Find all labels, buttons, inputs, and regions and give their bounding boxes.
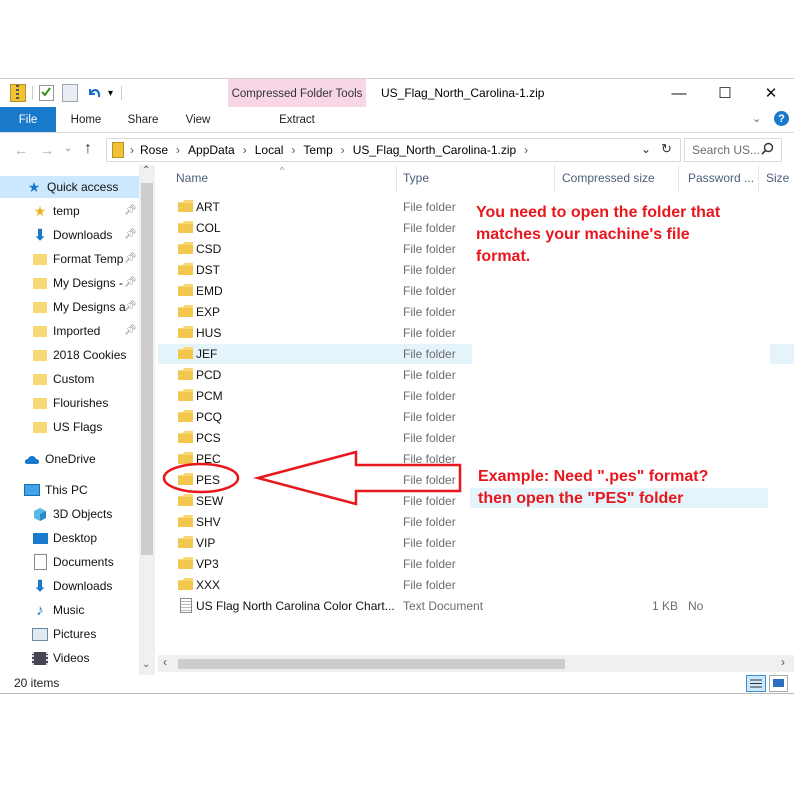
pes-highlight-ellipse: [162, 462, 240, 494]
pointing-arrow: [253, 450, 462, 506]
annotation-overlay: [162, 450, 462, 506]
